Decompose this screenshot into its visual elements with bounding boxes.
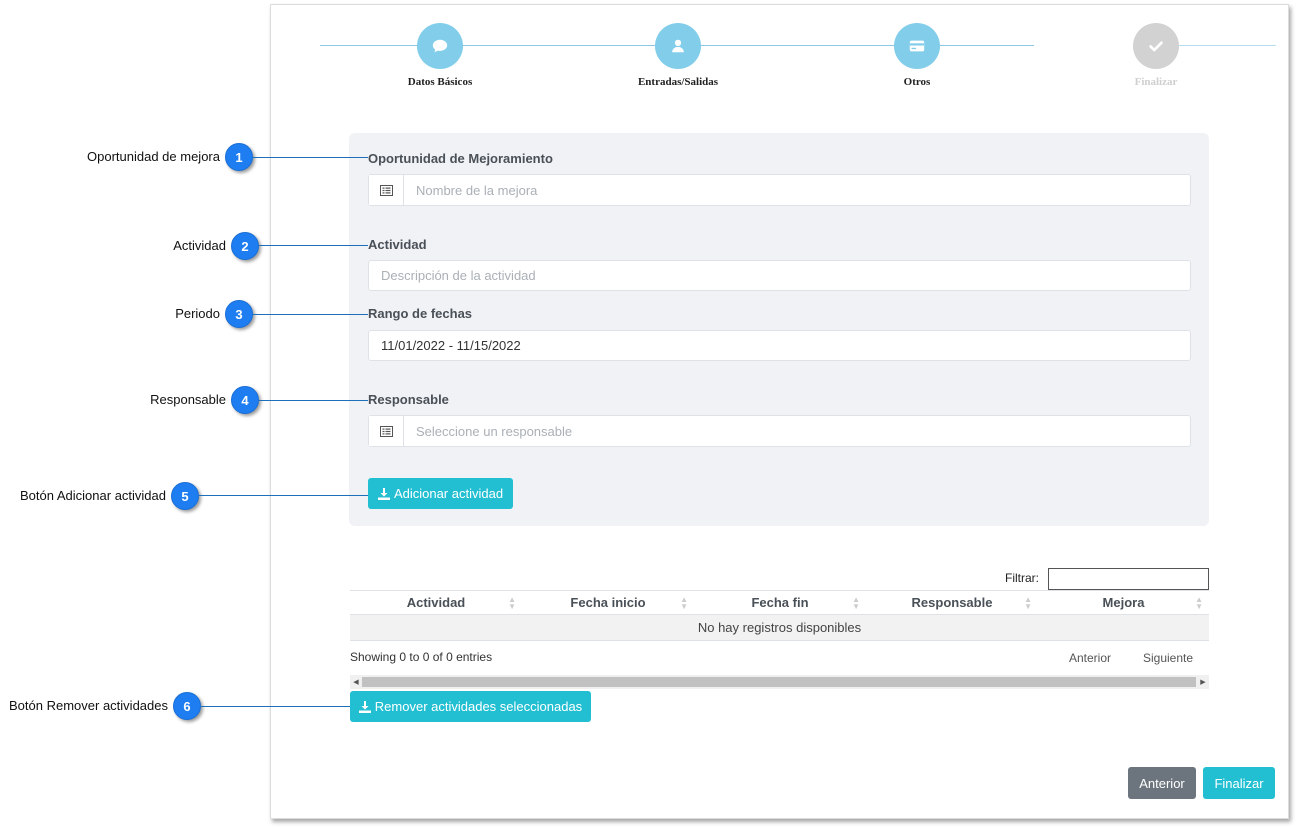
remover-actividades-label: Remover actividades seleccionadas [374,699,583,714]
callout-badge-4: 4 [231,386,259,414]
callout-label-5: Botón Adicionar actividad [20,488,166,503]
wizard-step-label: Finalizar [1134,76,1178,88]
remover-actividades-button[interactable]: Remover actividades seleccionadas [350,691,591,722]
callout-line-5 [199,495,368,496]
wizard-step-label: Otros [903,76,931,88]
callout-line-4 [259,400,368,401]
pagination-previous[interactable]: Anterior [1069,651,1111,665]
date-range-input[interactable] [368,330,1191,361]
callout-badge-5: 5 [171,482,199,510]
user-icon [672,39,684,53]
callout-line-3 [253,314,368,315]
credit-card-icon [909,40,925,52]
filter-input[interactable] [1048,568,1209,590]
filter-label: Filtrar: [1005,571,1039,585]
column-header-label: Actividad [406,595,466,610]
column-header-mejora[interactable]: Mejora ▲ ▼ [1038,590,1209,615]
wizard-step-entradas-salidas[interactable] [655,23,701,69]
wizard-step-label: Entradas/Salidas [637,76,719,88]
scroll-right-icon[interactable]: ▶ [1197,675,1209,689]
column-header-label: Fecha inicio [570,595,646,610]
callout-badge-6: 6 [173,692,201,720]
scrollbar-thumb[interactable] [362,677,1196,687]
list-icon [369,416,404,446]
page: Datos Básicos Entradas/Salidas Otros Fin… [0,0,1297,827]
callout-label-4: Responsable [150,392,226,407]
sort-icon: ▲ ▼ [852,595,860,611]
sort-icon: ▲ ▼ [1024,595,1032,611]
checkmark-icon [1149,41,1163,52]
column-header-responsable[interactable]: Responsable ▲ ▼ [866,590,1038,615]
empty-table-message: No hay registros disponibles [350,614,1209,641]
responsable-label: Responsable [368,392,449,407]
rango-fechas-label: Rango de fechas [368,306,473,321]
column-header-fecha-inicio[interactable]: Fecha inicio ▲ ▼ [522,590,694,615]
callout-line-1 [253,157,368,158]
wizard-step-otros[interactable] [894,23,940,69]
adicionar-actividad-label: Adicionar actividad [393,486,504,501]
callout-line-6 [201,706,350,707]
chat-bubble-icon [432,39,448,53]
table-row: No hay registros disponibles [350,614,1209,641]
oportunidad-input[interactable] [404,175,1190,205]
horizontal-scrollbar[interactable]: ◀ ▶ [350,675,1209,689]
callout-label-2: Actividad [173,238,226,253]
wizard-step-label: Datos Básicos [407,76,473,88]
wizard-step-datos-basicos[interactable] [417,23,463,69]
callout-badge-1: 1 [225,143,253,171]
list-icon [369,175,404,205]
wizard-step-finalizar[interactable] [1133,23,1179,69]
sort-icon: ▲ ▼ [1195,595,1203,611]
finalizar-button[interactable]: Finalizar [1203,767,1275,799]
column-header-actividad[interactable]: Actividad ▲ ▼ [350,590,522,615]
actividad-label: Actividad [368,237,427,252]
callout-badge-2: 2 [231,232,259,260]
download-icon [377,487,390,500]
column-header-label: Responsable [911,595,993,610]
oportunidad-label: Oportunidad de Mejoramiento [368,151,553,166]
oportunidad-input-group [368,174,1191,206]
column-header-fecha-fin[interactable]: Fecha fin ▲ ▼ [694,590,866,615]
table-info: Showing 0 to 0 of 0 entries [350,650,493,664]
sort-icon: ▲ ▼ [508,595,516,611]
activities-table: Actividad ▲ ▼ Fecha inicio ▲ ▼ Fecha fin ▲ ▼ R… [350,590,1209,641]
callout-line-2 [259,245,368,246]
responsable-input-group [368,415,1191,447]
column-header-label: Mejora [1102,595,1145,610]
sort-icon: ▲ ▼ [680,595,688,611]
callout-badge-3: 3 [225,300,253,328]
download-icon [358,700,371,713]
callout-label-1: Oportunidad de mejora [87,149,220,164]
callout-label-3: Periodo [175,306,220,321]
pagination-next[interactable]: Siguiente [1143,651,1193,665]
scroll-left-icon[interactable]: ◀ [350,675,362,689]
adicionar-actividad-button[interactable]: Adicionar actividad [368,478,513,509]
column-header-label: Fecha fin [751,595,809,610]
responsable-select[interactable] [404,416,1190,446]
anterior-button[interactable]: Anterior [1128,767,1196,799]
callout-label-6: Botón Remover actividades [9,698,168,713]
actividad-input[interactable] [368,260,1191,291]
